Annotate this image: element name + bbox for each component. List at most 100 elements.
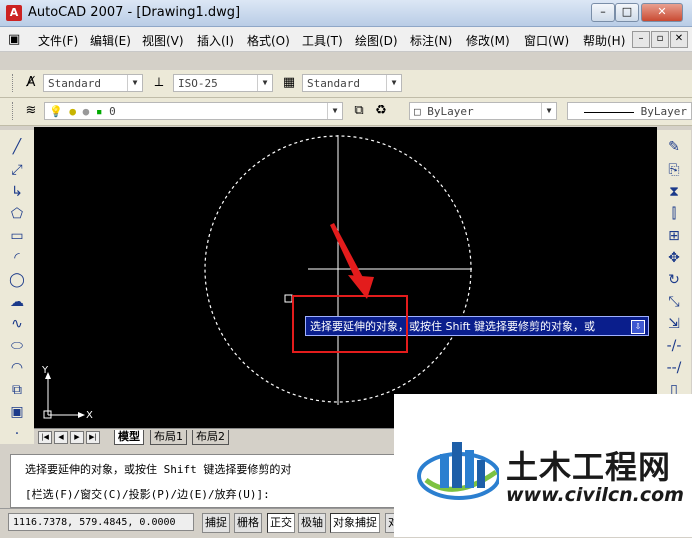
rectangle-icon[interactable]: ▭ xyxy=(8,227,26,245)
menu-view[interactable]: 视图(V) xyxy=(142,32,184,49)
point-icon[interactable]: · xyxy=(8,425,26,443)
chevron-down-icon: ▼ xyxy=(327,103,342,119)
menu-edit[interactable]: 编辑(E) xyxy=(90,32,131,49)
color-select[interactable]: □ ByLayer ▼ xyxy=(409,102,557,120)
array-icon[interactable]: ⊞ xyxy=(665,227,683,245)
menu-draw[interactable]: 绘图(D) xyxy=(355,32,398,49)
mirror-icon[interactable]: ⧗ xyxy=(665,183,683,201)
ucs-y-label: Y xyxy=(42,365,49,376)
make-block-icon[interactable]: ▣ xyxy=(8,403,26,421)
polygon-icon[interactable]: ⬠ xyxy=(8,205,26,223)
insert-block-icon[interactable]: ⧉ xyxy=(8,381,26,399)
autocad-app-icon[interactable]: A xyxy=(6,5,22,21)
copy-icon[interactable]: ⎘ xyxy=(665,161,683,179)
text-style-icon[interactable]: A̸ xyxy=(22,74,40,92)
color-swatch-icon: ▪ xyxy=(95,105,103,118)
prev-tab-icon[interactable]: ◀ xyxy=(54,431,68,444)
polar-toggle[interactable]: 极轴 xyxy=(298,513,326,533)
menu-file[interactable]: 文件(F) xyxy=(38,32,78,49)
offset-icon[interactable]: ⫿ xyxy=(665,205,683,223)
toolbar-grip[interactable] xyxy=(12,74,16,92)
menu-dimension[interactable]: 标注(N) xyxy=(410,32,452,49)
linetype-sample xyxy=(584,111,635,113)
table-style-value: Standard xyxy=(307,77,360,90)
doc-close-button[interactable]: ✕ xyxy=(670,31,688,48)
color-value: ByLayer xyxy=(427,105,474,118)
dim-style-select[interactable]: ISO-25 ▼ xyxy=(173,74,273,92)
next-tab-icon[interactable]: ▶ xyxy=(70,431,84,444)
restore-button[interactable]: □ xyxy=(615,3,639,22)
menu-insert[interactable]: 插入(I) xyxy=(197,32,234,49)
minimize-button[interactable]: – xyxy=(591,3,615,22)
close-button[interactable]: ✕ xyxy=(641,3,683,22)
drawing-svg xyxy=(43,135,472,419)
tab-layout2[interactable]: 布局2 xyxy=(192,430,229,445)
spline-icon[interactable]: ∿ xyxy=(8,315,26,333)
scale-icon[interactable]: ⤡ xyxy=(665,293,683,311)
arc-icon[interactable]: ◜ xyxy=(8,249,26,267)
layer-manager-icon[interactable]: ≋ xyxy=(22,102,40,120)
menu-tools[interactable]: 工具(T) xyxy=(302,32,343,49)
tab-model[interactable]: 模型 xyxy=(114,430,144,445)
highlight-box xyxy=(292,295,408,353)
doc-icon[interactable]: ▣ xyxy=(8,32,20,47)
menu-window[interactable]: 窗口(W) xyxy=(524,32,569,49)
layout-tab-bar: |◀ ◀ ▶ ▶| 模型 布局1 布局2 xyxy=(34,428,394,445)
make-current-layer-icon[interactable]: ⧉ xyxy=(350,102,368,120)
ortho-toggle[interactable]: 正交 xyxy=(267,513,295,533)
watermark-title: 土木工程网 xyxy=(506,448,672,486)
menu-format[interactable]: 格式(O) xyxy=(247,32,290,49)
chevron-down-icon: ▼ xyxy=(541,103,556,119)
pickbox-cursor xyxy=(284,294,293,303)
polyline-icon[interactable]: ↳ xyxy=(8,183,26,201)
dim-style-value: ISO-25 xyxy=(178,77,218,90)
stretch-icon[interactable]: ⇲ xyxy=(665,315,683,333)
layer-select[interactable]: 💡 ● ● ▪ 0 ▼ xyxy=(44,102,343,120)
command-window[interactable]: 选择要延伸的对象，或按住 Shift 键选择要修剪的对 [栏选(F)/窗交(C)… xyxy=(10,454,396,508)
osnap-toggle[interactable]: 对象捕捉 xyxy=(330,513,380,533)
menu-modify[interactable]: 修改(M) xyxy=(466,32,510,49)
extend-icon[interactable]: --/ xyxy=(665,359,683,377)
layer-previous-icon[interactable]: ♻ xyxy=(372,102,390,120)
chevron-down-icon: ▼ xyxy=(127,75,142,91)
snap-toggle[interactable]: 捕捉 xyxy=(202,513,230,533)
command-history-line: 选择要延伸的对象，或按住 Shift 键选择要修剪的对 xyxy=(25,463,292,476)
revision-cloud-icon[interactable]: ☁ xyxy=(8,293,26,311)
ucs-x-label: X xyxy=(86,410,93,421)
table-style-icon[interactable]: ▦ xyxy=(280,74,298,92)
doc-minimize-button[interactable]: – xyxy=(632,31,650,48)
circle-icon[interactable]: ◯ xyxy=(8,271,26,289)
trim-icon[interactable]: -/- xyxy=(665,337,683,355)
command-prompt-line: [栏选(F)/窗交(C)/投影(P)/边(E)/放弃(U)]: xyxy=(25,488,270,501)
ellipse-icon[interactable]: ⬭ xyxy=(8,337,26,355)
text-style-value: Standard xyxy=(48,77,101,90)
arrow-down-icon[interactable]: ⇩ xyxy=(631,320,645,334)
coordinate-readout[interactable]: 1116.7378, 579.4845, 0.0000 xyxy=(8,513,194,531)
toolbar-grip[interactable] xyxy=(12,102,16,120)
doc-restore-button[interactable]: ▫ xyxy=(651,31,669,48)
tab-layout1[interactable]: 布局1 xyxy=(150,430,187,445)
watermark: 土木工程网 www.civilcn.com xyxy=(394,394,692,537)
linetype-select[interactable]: ByLayer xyxy=(567,102,692,120)
drawing-canvas[interactable]: Y X xyxy=(34,127,657,430)
menu-help[interactable]: 帮助(H) xyxy=(583,32,625,49)
last-tab-icon[interactable]: ▶| xyxy=(86,431,100,444)
modify-toolbar: ✎ ⎘ ⧗ ⫿ ⊞ ✥ ↻ ⤡ ⇲ -/- --/ ▯ xyxy=(657,130,691,398)
text-style-select[interactable]: Standard ▼ xyxy=(43,74,143,92)
rotate-icon[interactable]: ↻ xyxy=(665,271,683,289)
move-icon[interactable]: ✥ xyxy=(665,249,683,267)
styles-toolbar: A̸ Standard ▼ ⟂ ISO-25 ▼ ▦ Standard ▼ xyxy=(0,70,692,98)
dim-style-icon[interactable]: ⟂ xyxy=(150,74,168,92)
line-icon[interactable]: ╱ xyxy=(8,138,26,156)
chevron-down-icon: ▼ xyxy=(257,75,272,91)
erase-icon[interactable]: ✎ xyxy=(665,138,683,156)
layers-toolbar: ≋ 💡 ● ● ▪ 0 ▼ ⧉ ♻ □ ByLayer ▼ ByLayer xyxy=(0,98,692,126)
lock-icon: ● xyxy=(82,105,90,118)
first-tab-icon[interactable]: |◀ xyxy=(38,431,52,444)
watermark-url: www.civilcn.com xyxy=(506,484,684,506)
ellipse-arc-icon[interactable]: ◠ xyxy=(8,359,26,377)
table-style-select[interactable]: Standard ▼ xyxy=(302,74,402,92)
grid-toggle[interactable]: 栅格 xyxy=(234,513,262,533)
construction-line-icon[interactable]: ⤢ xyxy=(8,161,26,179)
menu-bar: ▣ 文件(F) 编辑(E) 视图(V) 插入(I) 格式(O) 工具(T) 绘图… xyxy=(0,27,692,52)
